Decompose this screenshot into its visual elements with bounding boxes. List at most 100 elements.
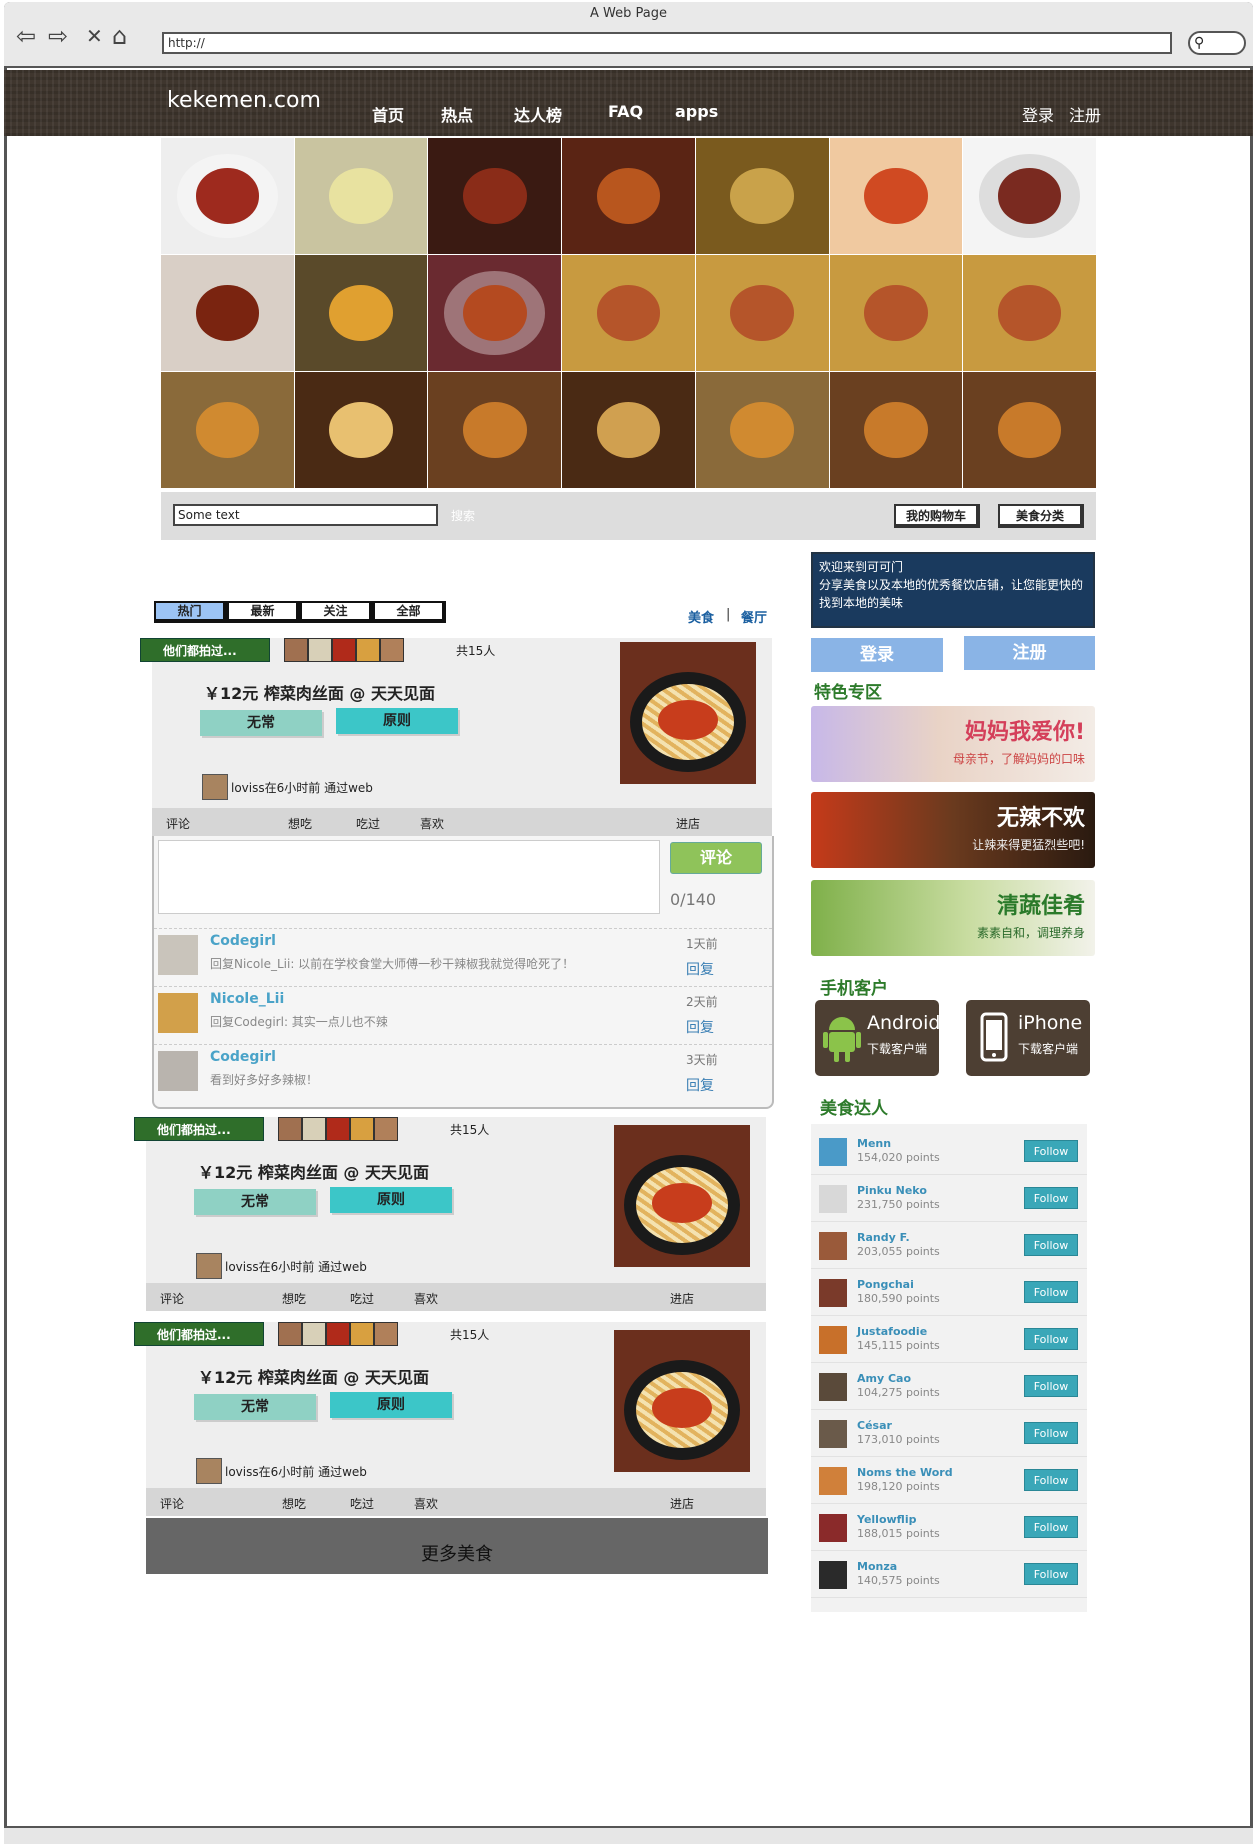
submit-comment-button[interactable]: 评论: [670, 842, 762, 874]
tag-wuchang[interactable]: 无常: [194, 1394, 316, 1420]
banner-spicy[interactable]: 无辣不欢 让辣来得更猛烈些吧!: [811, 792, 1095, 868]
food-photo[interactable]: [428, 255, 562, 371]
avatar[interactable]: [819, 1514, 847, 1542]
dish-photo[interactable]: [620, 642, 756, 784]
food-photo[interactable]: [963, 138, 1096, 254]
follow-button[interactable]: Follow: [1024, 1140, 1078, 1162]
follow-button[interactable]: Follow: [1024, 1422, 1078, 1444]
commenter-name[interactable]: Nicole_Lii: [210, 991, 284, 1007]
avatar[interactable]: [819, 1420, 847, 1448]
avatar[interactable]: [819, 1373, 847, 1401]
avatar-strip[interactable]: [278, 1322, 398, 1346]
avatar[interactable]: [302, 1322, 326, 1346]
ate-action[interactable]: 吃过: [356, 815, 380, 832]
avatar[interactable]: [819, 1561, 847, 1589]
avatar[interactable]: [196, 1458, 222, 1484]
category-button[interactable]: 美食分类: [998, 504, 1084, 528]
avatar[interactable]: [284, 638, 308, 662]
home-icon[interactable]: ⌂: [112, 24, 127, 48]
avatar[interactable]: [819, 1326, 847, 1354]
like-action[interactable]: 喜欢: [414, 1290, 438, 1307]
nav-ranking[interactable]: 达人榜: [514, 102, 562, 126]
food-photo[interactable]: [562, 138, 695, 254]
food-photo[interactable]: [963, 372, 1096, 488]
filter-food[interactable]: 美食: [688, 607, 714, 626]
ate-action[interactable]: 吃过: [350, 1290, 374, 1307]
avatar[interactable]: [302, 1117, 326, 1141]
sidebar-login-button[interactable]: 登录: [811, 638, 943, 672]
reply-link[interactable]: 回复: [686, 1075, 714, 1095]
tag-wuchang[interactable]: 无常: [200, 710, 322, 736]
post-title[interactable]: ￥12元 榨菜肉丝面 @ 天天见面: [198, 1364, 429, 1388]
commenter-name[interactable]: Codegirl: [210, 1049, 276, 1065]
filter-restaurant[interactable]: 餐厅: [741, 607, 767, 626]
tag-wuchang[interactable]: 无常: [194, 1189, 316, 1215]
tab-latest[interactable]: 最新: [227, 601, 300, 623]
expert-name[interactable]: Pongchai: [857, 1278, 914, 1291]
food-photo[interactable]: [829, 138, 963, 254]
expert-name[interactable]: Monza: [857, 1560, 897, 1573]
follow-button[interactable]: Follow: [1024, 1187, 1078, 1209]
avatar[interactable]: [819, 1138, 847, 1166]
food-photo[interactable]: [695, 372, 829, 488]
nav-hot[interactable]: 热点: [441, 102, 473, 126]
expert-name[interactable]: Yellowflip: [857, 1513, 916, 1526]
avatar[interactable]: [158, 1051, 198, 1091]
food-photo[interactable]: [829, 255, 963, 371]
comment-action[interactable]: 评论: [166, 815, 190, 832]
site-logo[interactable]: kekemen.com: [167, 88, 321, 113]
follow-button[interactable]: Follow: [1024, 1375, 1078, 1397]
iphone-download-button[interactable]: iPhone 下载客户端: [966, 1000, 1090, 1076]
reply-link[interactable]: 回复: [686, 1017, 714, 1037]
expert-name[interactable]: Amy Cao: [857, 1372, 911, 1385]
food-photo[interactable]: [695, 255, 829, 371]
comment-action[interactable]: 评论: [160, 1495, 184, 1512]
avatar[interactable]: [350, 1322, 374, 1346]
search-input[interactable]: Some text: [173, 504, 438, 526]
forward-icon[interactable]: ⇨: [48, 24, 68, 48]
nav-faq[interactable]: FAQ: [608, 102, 643, 121]
avatar-strip[interactable]: [278, 1117, 398, 1141]
tag-yuanze[interactable]: 原则: [330, 1392, 452, 1418]
avatar[interactable]: [326, 1322, 350, 1346]
want-action[interactable]: 想吃: [288, 815, 312, 832]
expert-name[interactable]: César: [857, 1419, 892, 1432]
avatar[interactable]: [374, 1322, 398, 1346]
expert-name[interactable]: Menn: [857, 1137, 891, 1150]
avatar[interactable]: [819, 1467, 847, 1495]
tab-hot[interactable]: 热门: [154, 601, 227, 623]
food-photo[interactable]: [294, 138, 428, 254]
follow-button[interactable]: Follow: [1024, 1469, 1078, 1491]
avatar[interactable]: [819, 1232, 847, 1260]
android-download-button[interactable]: Android 下载客户端: [815, 1000, 940, 1076]
avatar[interactable]: [350, 1117, 374, 1141]
dish-photo[interactable]: [614, 1330, 750, 1472]
tab-all[interactable]: 全部: [373, 601, 446, 623]
food-photo[interactable]: [161, 255, 294, 371]
food-photo[interactable]: [963, 255, 1096, 371]
food-photo[interactable]: [294, 372, 428, 488]
banner-vegetables[interactable]: 清蔬佳肴 素素自和，调理养身: [811, 880, 1095, 956]
food-photo[interactable]: [161, 372, 294, 488]
avatar[interactable]: [332, 638, 356, 662]
avatar[interactable]: [278, 1322, 302, 1346]
follow-button[interactable]: Follow: [1024, 1234, 1078, 1256]
food-photo[interactable]: [562, 255, 695, 371]
comment-textarea[interactable]: [158, 840, 660, 914]
shop-action[interactable]: 进店: [670, 1495, 694, 1512]
food-photo[interactable]: [829, 372, 963, 488]
dish-photo[interactable]: [614, 1125, 750, 1267]
back-icon[interactable]: ⇦: [16, 24, 36, 48]
follow-button[interactable]: Follow: [1024, 1563, 1078, 1585]
avatar[interactable]: [158, 935, 198, 975]
url-field[interactable]: http://: [162, 32, 1172, 54]
expert-name[interactable]: Pinku Neko: [857, 1184, 927, 1197]
tag-yuanze[interactable]: 原则: [336, 708, 458, 734]
search-button[interactable]: 搜索: [451, 507, 475, 524]
avatar[interactable]: [380, 638, 404, 662]
post-title[interactable]: ￥12元 榨菜肉丝面 @ 天天见面: [204, 680, 435, 704]
want-action[interactable]: 想吃: [282, 1495, 306, 1512]
avatar[interactable]: [326, 1117, 350, 1141]
reply-link[interactable]: 回复: [686, 959, 714, 979]
want-action[interactable]: 想吃: [282, 1290, 306, 1307]
